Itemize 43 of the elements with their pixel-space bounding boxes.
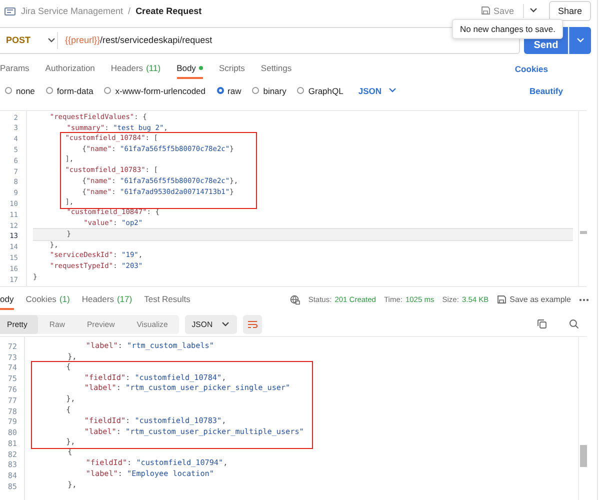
radio-button[interactable] [104, 87, 112, 94]
send-options-button[interactable] [569, 26, 591, 54]
copy-icon[interactable] [537, 319, 547, 330]
workspace-link[interactable]: Jira Service Management [21, 6, 124, 16]
response-tab[interactable]: Cookies (1) [26, 290, 70, 310]
http-icon [4, 4, 16, 17]
radio-label[interactable]: form-data [56, 86, 94, 96]
request-tab[interactable]: Scripts [218, 58, 245, 79]
radio-label[interactable]: raw [228, 86, 242, 96]
request-tab[interactable]: Headers (11) [110, 58, 161, 79]
share-button[interactable]: Share [548, 0, 591, 21]
breadcrumb-separator: / [128, 6, 131, 16]
radio-label[interactable]: x-www-form-urlencoded [115, 86, 206, 96]
caret-icon [576, 36, 585, 45]
globe-lock-icon[interactable] [290, 294, 300, 305]
request-tab[interactable]: Body [176, 58, 203, 79]
response-tab[interactable]: Headers (17) [82, 290, 132, 310]
radio-button[interactable] [216, 87, 224, 94]
request-tab[interactable]: Authorization [45, 58, 95, 79]
wrap-lines-icon [246, 320, 258, 329]
radio-label[interactable]: none [16, 86, 35, 96]
request-tab[interactable]: Params [0, 58, 30, 79]
wrap-lines-button[interactable] [242, 314, 262, 334]
radio-button[interactable] [5, 87, 12, 94]
response-tab[interactable]: ody [0, 290, 14, 310]
radio-button[interactable] [252, 87, 260, 94]
search-icon[interactable] [569, 319, 579, 330]
save-as-example-button[interactable]: Save as example [496, 295, 571, 304]
request-tab[interactable]: Settings [260, 58, 292, 79]
cookies-link[interactable]: Cookies [514, 58, 548, 79]
radio-label[interactable]: binary [263, 86, 286, 96]
beautify-link[interactable]: Beautify [529, 86, 563, 96]
radio-button[interactable] [46, 87, 53, 94]
save-button[interactable]: Save [477, 4, 518, 18]
scrollbar-thumb[interactable] [580, 444, 587, 467]
caret-icon [220, 320, 230, 329]
radio-button[interactable] [297, 87, 304, 94]
radio-label[interactable]: GraphQL [308, 86, 344, 96]
format-dropdown[interactable]: JSON [358, 86, 396, 96]
scrollbar-thumb[interactable] [580, 230, 587, 234]
more-icon[interactable] [579, 298, 589, 302]
request-title: Create Request [136, 6, 202, 16]
response-tab[interactable]: Test Results [144, 290, 190, 310]
